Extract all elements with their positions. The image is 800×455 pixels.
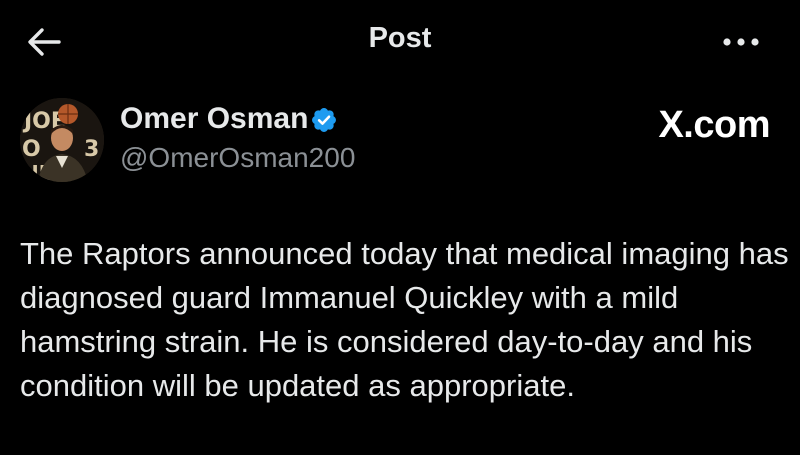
author-name[interactable]: Omer Osman (120, 102, 308, 136)
post-text: The Raptors announced today that medical… (20, 236, 789, 403)
avatar-image: JOE O NE 3 (20, 98, 104, 182)
author-handle[interactable]: @OmerOsman200 (120, 142, 355, 174)
more-horizontal-icon (723, 38, 759, 46)
author-avatar[interactable]: JOE O NE 3 (20, 98, 104, 182)
page-title: Post (368, 22, 432, 54)
more-options-button[interactable] (712, 20, 770, 64)
svg-text:3: 3 (84, 137, 99, 162)
x-com-watermark: X.com (658, 104, 770, 146)
top-bar: Post (0, 0, 800, 84)
svg-text:O: O (22, 137, 41, 162)
verified-badge-icon (312, 108, 336, 132)
